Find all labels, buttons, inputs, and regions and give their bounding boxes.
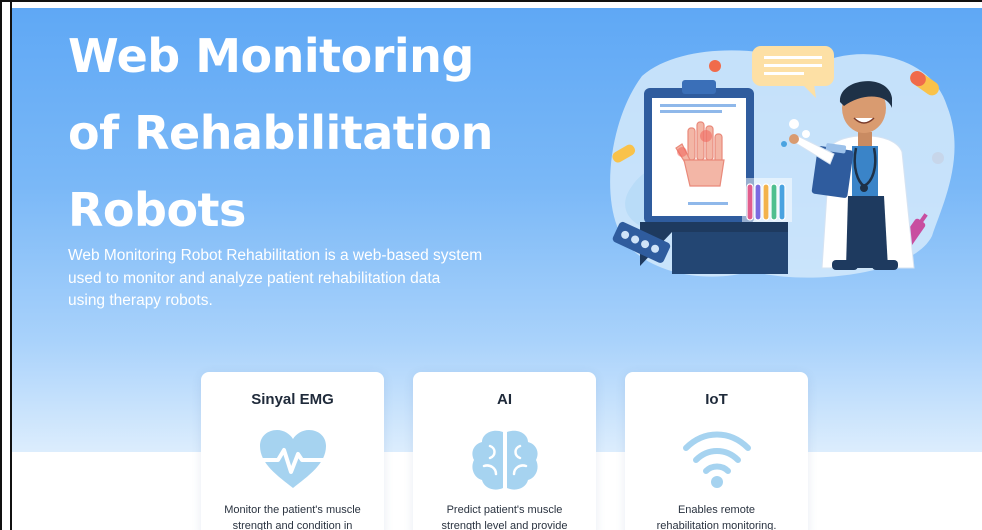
- wifi-icon: [682, 431, 751, 488]
- feature-card-emg[interactable]: Sinyal EMG Monitor the patient's muscle …: [201, 372, 384, 530]
- feature-card-text-line: strength level and provide: [441, 519, 568, 530]
- feature-card-text-line: Enables remote: [677, 504, 756, 516]
- heart-pulse-icon: [257, 430, 328, 488]
- left-edge: [2, 2, 12, 530]
- feature-card-title: AI: [497, 391, 512, 408]
- feature-card-title: IoT: [705, 391, 728, 408]
- feature-card-text: Predict patient's muscle strength level …: [423, 503, 586, 530]
- feature-card-text-line: Predict patient's muscle: [446, 504, 563, 516]
- hero-description-line: Web Monitoring Robot Rehabilitation is a…: [68, 247, 483, 264]
- hero-title-line: Web Monitoring: [68, 29, 474, 83]
- hero-description: Web Monitoring Robot Rehabilitation is a…: [68, 245, 538, 313]
- hero-title-line: Robots: [68, 183, 246, 237]
- feature-card-ai[interactable]: AI Predict patient's muscle strength lev…: [413, 372, 596, 530]
- doctor-with-xray-illustration: [610, 46, 955, 278]
- hero-description-line: used to monitor and analyze patient reha…: [68, 269, 441, 287]
- page: Web Monitoring of Rehabilitation Robots …: [0, 0, 982, 530]
- hero-title-line: of Rehabilitation: [68, 106, 493, 160]
- hero-description-line: using therapy robots.: [68, 292, 213, 309]
- feature-card-iot[interactable]: IoT Enables remote rehabilitation monito…: [625, 372, 808, 530]
- feature-card-text-line: strength and condition in: [232, 519, 353, 530]
- feature-card-text: Enables remote rehabilitation monitoring…: [635, 503, 798, 530]
- feature-card-text: Monitor the patient's muscle strength an…: [211, 503, 374, 530]
- hero-title: Web Monitoring of Rehabilitation Robots: [68, 18, 588, 249]
- feature-card-text-line: rehabilitation monitoring.: [656, 519, 777, 530]
- feature-card-text-line: Monitor the patient's muscle: [224, 504, 361, 516]
- feature-card-title: Sinyal EMG: [251, 391, 334, 408]
- brain-icon: [471, 430, 538, 490]
- features-section: Sinyal EMG Monitor the patient's muscle …: [201, 372, 811, 530]
